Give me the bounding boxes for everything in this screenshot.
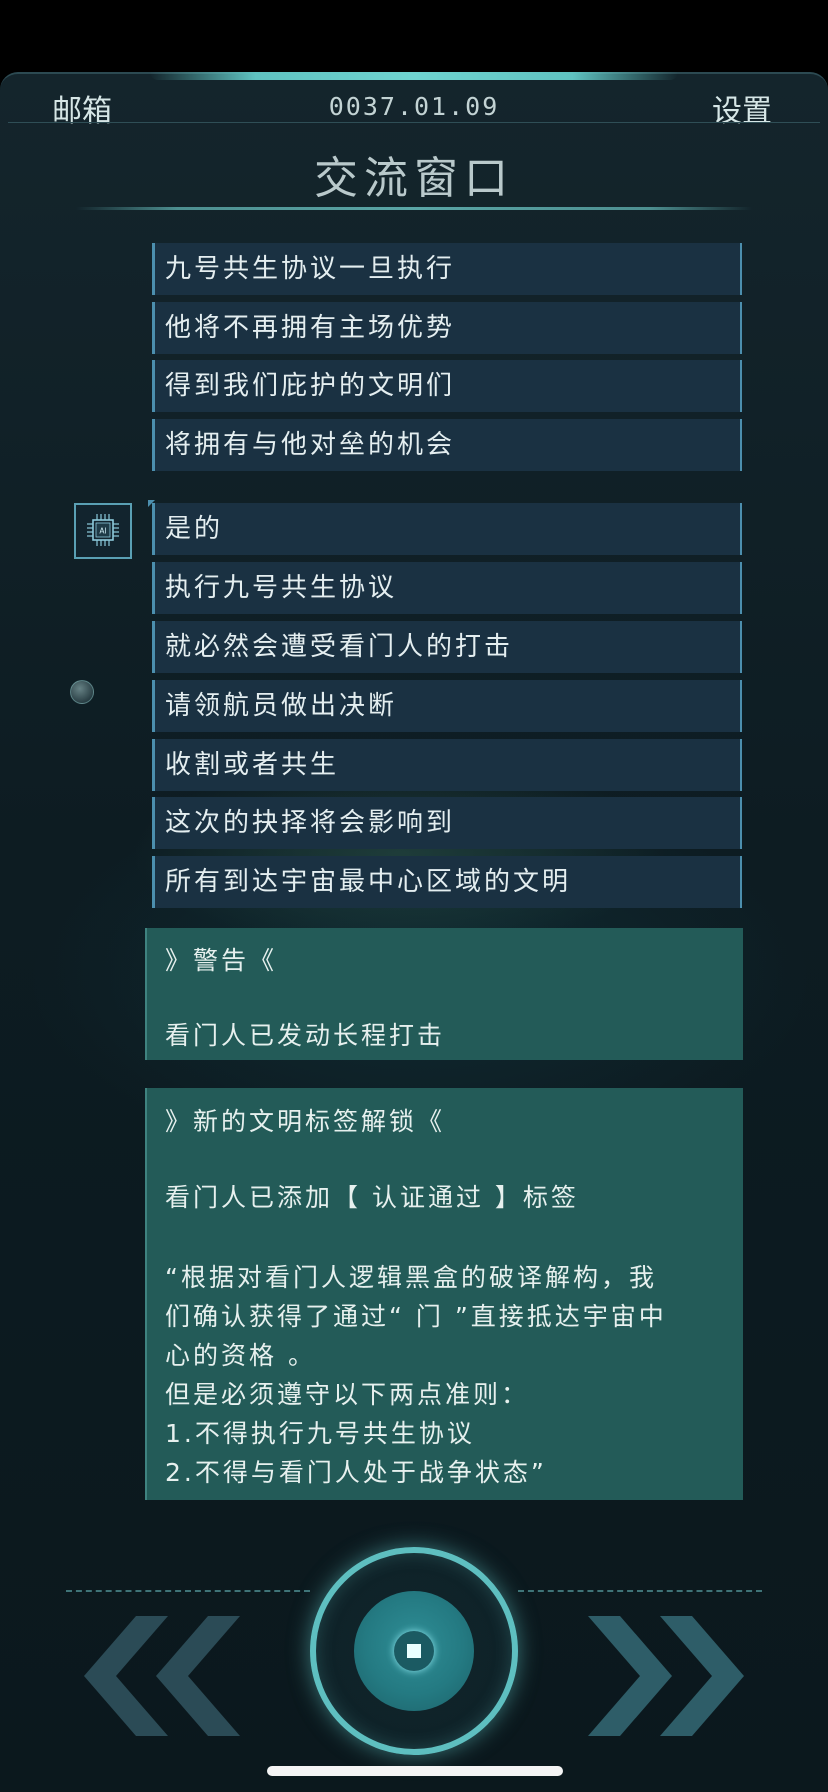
date-display: 0037.01.09 <box>328 92 500 121</box>
unlock-title: 》新的文明标签解锁《 <box>165 1107 446 1136</box>
home-circle-button[interactable] <box>310 1547 518 1755</box>
incoming-message: 九号共生协议一旦执行 <box>152 243 742 295</box>
home-indicator[interactable] <box>267 1766 563 1776</box>
top-glow-bar <box>150 72 678 80</box>
ai-message: 请领航员做出决断 <box>152 680 742 732</box>
incoming-message: 将拥有与他对垒的机会 <box>152 419 742 471</box>
settings-button[interactable]: 设置 <box>712 86 772 130</box>
double-chevron-right-icon[interactable] <box>580 1616 750 1736</box>
ai-message: 收割或者共生 <box>152 739 742 791</box>
unlock-line: 看门人已添加【 认证通过 】标签 <box>165 1183 579 1212</box>
unlock-quote-line: 但是必须遵守以下两点准则： <box>165 1380 530 1409</box>
ai-avatar: AI <box>74 503 132 559</box>
home-circle-icon <box>394 1631 434 1671</box>
decorative-orb <box>70 680 94 704</box>
home-dot <box>407 1644 421 1658</box>
dashed-line-right <box>518 1590 762 1592</box>
ai-chip-icon: AI <box>87 514 119 546</box>
incoming-message: 得到我们庇护的文明们 <box>152 360 742 412</box>
warning-card: 》警告《 看门人已发动长程打击 <box>145 928 743 1060</box>
title-underline <box>76 207 752 210</box>
ai-message: 所有到达宇宙最中心区域的文明 <box>152 856 742 908</box>
unlock-quote-line: 1.不得执行九号共生协议 <box>165 1419 475 1448</box>
app-screen: 邮箱 0037.01.09 设置 交流窗口 九号共生协议一旦执行 他将不再拥有主… <box>0 0 828 1792</box>
header-divider <box>8 122 820 123</box>
dashed-line-left <box>66 1590 310 1592</box>
ai-chip-label: AI <box>99 527 106 536</box>
unlock-quote-line: “根据对看门人逻辑黑盒的破译解构，我 <box>165 1263 657 1292</box>
warning-title: 》警告《 <box>165 946 278 975</box>
page-title: 交流窗口 <box>314 153 514 204</box>
ai-message: 是的 <box>148 500 742 555</box>
unlock-card: 》新的文明标签解锁《 看门人已添加【 认证通过 】标签 “根据对看门人逻辑黑盒的… <box>145 1088 743 1500</box>
ai-message: 这次的抉择将会影响到 <box>152 797 742 849</box>
unlock-quote-line: 心的资格 。 <box>165 1341 316 1370</box>
unlock-quote-line: 们确认获得了通过“ 门 ”直接抵达宇宙中 <box>165 1302 667 1331</box>
incoming-message: 他将不再拥有主场优势 <box>152 302 742 354</box>
ai-message: 就必然会遭受看门人的打击 <box>152 621 742 673</box>
warning-body: 看门人已发动长程打击 <box>165 1021 446 1050</box>
unlock-quote-line: 2.不得与看门人处于战争状态” <box>165 1458 547 1487</box>
double-chevron-left-icon[interactable] <box>78 1616 248 1736</box>
home-circle-inner <box>354 1591 474 1711</box>
ai-message: 执行九号共生协议 <box>152 562 742 614</box>
